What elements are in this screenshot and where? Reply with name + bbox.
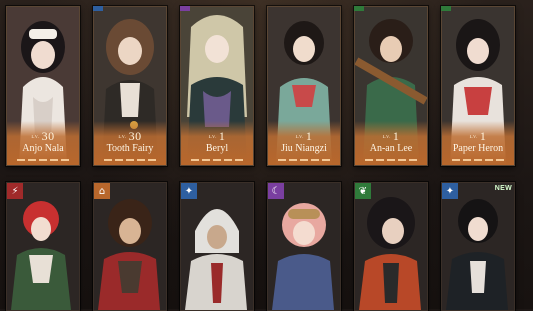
level-label: LV. 30	[118, 129, 142, 143]
character-portrait	[268, 183, 340, 310]
character-row-bottom: ⚡ ⌂ ✦ ☾ ❦ ✦ NEW	[0, 182, 533, 311]
house-icon: ⌂	[94, 183, 110, 199]
character-card-tooth-fairy[interactable]: LV. 30 Tooth Fairy	[93, 6, 167, 166]
character-name: An-an Lee	[369, 143, 413, 154]
character-portrait	[94, 183, 166, 310]
character-card-beryl[interactable]: LV. 1 Beryl	[180, 6, 254, 166]
moon-icon	[180, 6, 190, 11]
character-portrait	[181, 183, 253, 310]
name-plate: LV. 30 Anjo Nala	[7, 121, 79, 165]
character-card[interactable]: ✦	[180, 182, 254, 311]
star-icon	[93, 6, 103, 11]
character-card[interactable]: ❦	[354, 182, 428, 311]
name-plate: LV. 1 Beryl	[181, 121, 253, 165]
name-plate: LV. 1 Paper Heron	[442, 121, 514, 165]
character-portrait	[442, 183, 514, 310]
character-card[interactable]: ☾	[267, 182, 341, 311]
leaf-icon: ❦	[355, 183, 371, 199]
character-name: Paper Heron	[452, 143, 504, 154]
level-label: LV. 1	[469, 129, 487, 143]
leaf-icon	[441, 6, 451, 11]
rank-bars	[17, 159, 69, 161]
name-plate: LV. 1 An-an Lee	[355, 121, 427, 165]
rank-bars	[104, 159, 156, 161]
name-plate: LV. 1 Jiu Niangzi	[268, 121, 340, 165]
new-badge: NEW	[494, 185, 512, 192]
level-label: LV. 30	[31, 129, 55, 143]
character-card[interactable]: ✦ NEW	[441, 182, 515, 311]
character-name: Beryl	[205, 143, 229, 154]
character-card-an-an-lee[interactable]: LV. 1 An-an Lee	[354, 6, 428, 166]
claw-icon: ⚡	[7, 183, 23, 199]
character-name: Tooth Fairy	[106, 143, 154, 154]
leaf-icon	[354, 6, 364, 11]
rank-bars	[365, 159, 417, 161]
character-row-top: LV. 30 Anjo Nala LV. 30 Tooth Fairy LV. …	[0, 6, 533, 166]
moon-icon: ☾	[268, 183, 284, 199]
name-plate: LV. 30 Tooth Fairy	[94, 121, 166, 165]
rank-bars	[278, 159, 330, 161]
level-label: LV. 1	[208, 129, 226, 143]
character-card-jiu-niangzi[interactable]: LV. 1 Jiu Niangzi	[267, 6, 341, 166]
character-name: Anjo Nala	[22, 143, 64, 154]
character-card[interactable]: ⌂	[93, 182, 167, 311]
level-label: LV. 1	[382, 129, 400, 143]
character-card-anjo-nala[interactable]: LV. 30 Anjo Nala	[6, 6, 80, 166]
character-portrait	[7, 183, 79, 310]
character-card-paper-heron[interactable]: LV. 1 Paper Heron	[441, 6, 515, 166]
star-icon: ✦	[442, 183, 458, 199]
character-card[interactable]: ⚡	[6, 182, 80, 311]
level-label: LV. 1	[295, 129, 313, 143]
rank-bars	[452, 159, 504, 161]
star-icon: ✦	[181, 183, 197, 199]
character-name: Jiu Niangzi	[281, 143, 327, 154]
character-portrait	[355, 183, 427, 310]
rank-bars	[191, 159, 243, 161]
